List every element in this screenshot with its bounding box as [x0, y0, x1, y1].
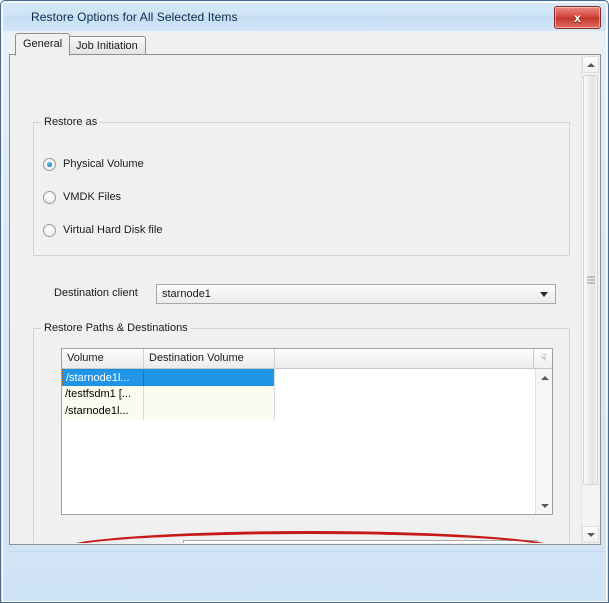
table-body: /starnode1l... /testfsdm1 [... /starnode…	[62, 369, 537, 514]
column-header-volume[interactable]: Volume	[62, 349, 144, 368]
cell-destination-volume	[144, 403, 275, 420]
triangle-down-icon	[586, 532, 595, 537]
cell-filler	[275, 403, 537, 420]
panel-vertical-scrollbar[interactable]	[581, 56, 599, 543]
tab-general[interactable]: General	[15, 33, 71, 56]
close-button[interactable]: x	[554, 6, 601, 29]
cell-filler	[275, 369, 537, 386]
destination-volume-combobox[interactable]: /dev/hdb [100 GB]	[183, 540, 538, 543]
double-chevron-down-icon: ☟	[541, 353, 547, 363]
cell-volume: /testfsdm1 [...	[62, 386, 144, 403]
table-header-row: Volume Destination Volume ☟	[62, 349, 552, 369]
restore-paths-table: Volume Destination Volume ☟ /starnode1l.…	[61, 348, 553, 515]
radio-virtual-hard-disk-file[interactable]: Virtual Hard Disk file	[43, 222, 162, 238]
destination-client-combobox[interactable]: starnode1	[156, 284, 556, 304]
cell-filler	[275, 386, 537, 403]
footer-separator	[9, 551, 605, 552]
window-title: Restore Options for All Selected Items	[31, 10, 238, 24]
cell-destination-volume	[144, 369, 275, 386]
table-vertical-scrollbar[interactable]	[535, 369, 552, 514]
radio-physical-volume[interactable]: Physical Volume	[43, 156, 144, 172]
dialog-client-area: General Job Initiation Restore as Physic…	[9, 33, 601, 545]
destination-client-value: starnode1	[162, 288, 211, 300]
title-bar[interactable]: Restore Options for All Selected Items x	[3, 3, 606, 31]
cell-volume: /starnode1l...	[62, 369, 144, 386]
close-icon: x	[574, 10, 581, 25]
table-row[interactable]: /starnode1l...	[62, 403, 537, 420]
radio-vmdk-files-indicator[interactable]	[43, 190, 56, 204]
panel-content: Restore as Physical Volume VMDK Files Vi…	[11, 56, 583, 543]
column-header-filler	[275, 349, 533, 368]
table-scroll-up-button[interactable]	[536, 369, 552, 386]
radio-vmdk-files-label: VMDK Files	[63, 191, 122, 203]
dialog-footer: OK Cancel Advanced Save As Script Help	[3, 551, 608, 602]
radio-physical-volume-indicator[interactable]	[43, 157, 56, 171]
table-scroll-down-button[interactable]	[536, 497, 552, 514]
chevron-down-icon	[540, 292, 548, 297]
radio-virtual-hard-disk-file-indicator[interactable]	[43, 223, 56, 237]
triangle-up-icon	[586, 62, 595, 67]
column-header-destination-volume[interactable]: Destination Volume	[144, 349, 275, 368]
tab-panel-general: Restore as Physical Volume VMDK Files Vi…	[9, 54, 601, 545]
table-column-options-button[interactable]: ☟	[533, 349, 552, 368]
radio-vmdk-files[interactable]: VMDK Files	[43, 189, 121, 205]
panel-scroll-up-button[interactable]	[582, 56, 599, 73]
table-row[interactable]: /testfsdm1 [...	[62, 386, 537, 403]
tab-job-initiation[interactable]: Job Initiation	[68, 36, 146, 55]
dialog-window: Restore Options for All Selected Items x…	[0, 0, 609, 603]
cell-volume: /starnode1l...	[62, 403, 144, 420]
panel-scroll-down-button[interactable]	[582, 526, 599, 543]
table-row[interactable]: /starnode1l...	[62, 369, 537, 386]
radio-physical-volume-label: Physical Volume	[63, 158, 144, 170]
group-restore-paths-label: Restore Paths & Destinations	[41, 322, 191, 334]
destination-client-dropdown-button[interactable]	[534, 286, 554, 302]
tab-strip: General Job Initiation	[9, 33, 601, 56]
destination-client-label: Destination client	[54, 287, 138, 299]
triangle-up-icon	[540, 375, 549, 380]
cell-destination-volume	[144, 386, 275, 403]
scrollbar-grip-icon	[586, 276, 595, 284]
radio-virtual-hard-disk-file-label: Virtual Hard Disk file	[63, 224, 163, 236]
triangle-down-icon	[540, 503, 549, 508]
group-restore-as-label: Restore as	[41, 116, 101, 128]
panel-scrollbar-thumb[interactable]	[583, 75, 598, 485]
